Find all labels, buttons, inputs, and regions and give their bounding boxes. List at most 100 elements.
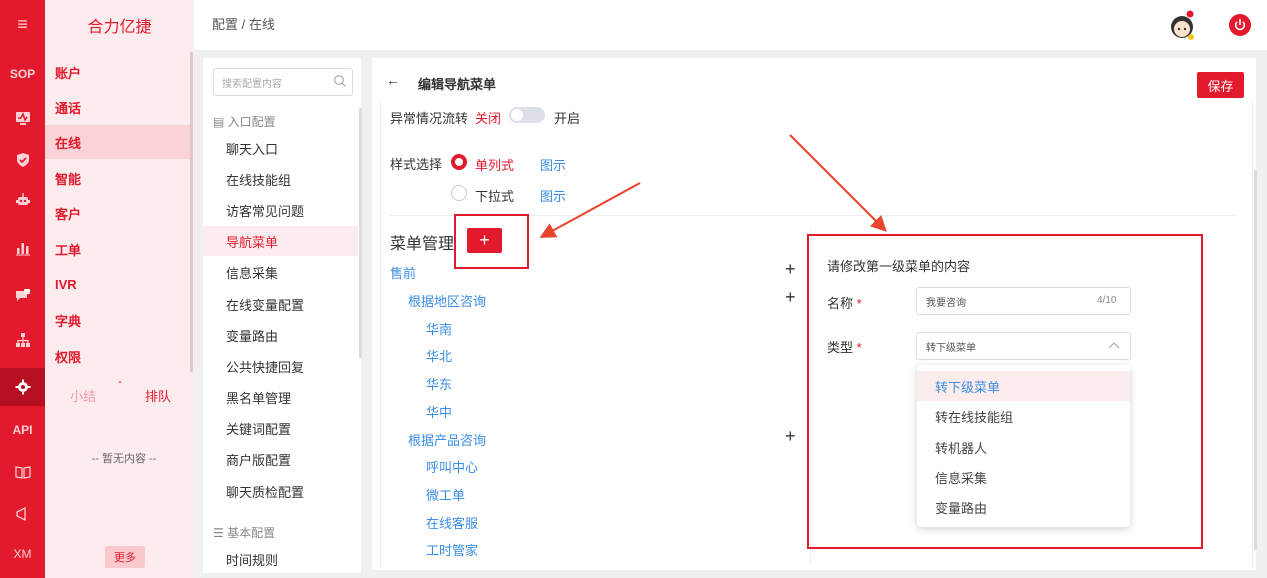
sub-item-keyword[interactable]: 关键词配置 bbox=[203, 413, 358, 443]
sub-item-nav-menu[interactable]: 导航菜单 bbox=[203, 226, 358, 256]
submenu-scrollbar[interactable] bbox=[359, 108, 362, 358]
menu-icon[interactable]: ≡ bbox=[0, 8, 45, 40]
nav-item-online[interactable]: 在线 bbox=[45, 125, 192, 159]
monitor-icon[interactable] bbox=[0, 102, 45, 134]
radio-single[interactable] bbox=[451, 154, 467, 170]
required-mark: * bbox=[856, 296, 862, 311]
nav-item-smart[interactable]: 智能 bbox=[45, 161, 192, 195]
breadcrumb: 配置 / 在线 bbox=[212, 17, 275, 32]
chart-icon[interactable] bbox=[0, 232, 45, 264]
tree-node[interactable]: 呼叫中心 bbox=[426, 457, 478, 476]
style-dropdown-label: 下拉式 bbox=[475, 189, 515, 204]
name-label: 名称 * bbox=[827, 293, 862, 312]
avatar[interactable] bbox=[1167, 10, 1197, 40]
top-header bbox=[194, 0, 1267, 50]
tab-summary[interactable]: 小结 bbox=[70, 386, 96, 405]
icon-rail: ≡ SOP API XM bbox=[0, 0, 45, 578]
nav-item-customer[interactable]: 客户 bbox=[45, 196, 192, 230]
shield-icon[interactable] bbox=[0, 144, 45, 176]
tree-node[interactable]: 华北 bbox=[426, 346, 452, 365]
org-icon[interactable] bbox=[0, 324, 45, 356]
name-counter: 4/10 bbox=[1097, 295, 1117, 306]
tree-node[interactable]: 工时管家 bbox=[426, 540, 478, 559]
preview-link-dropdown[interactable]: 图示 bbox=[540, 186, 566, 205]
sub-item-faq[interactable]: 访客常见问题 bbox=[203, 195, 358, 225]
preview-link-single[interactable]: 图示 bbox=[540, 155, 566, 174]
nav-item-dict[interactable]: 字典 bbox=[45, 303, 192, 337]
sub-item-quick-reply[interactable]: 公共快捷回复 bbox=[203, 351, 358, 381]
highlight-add-box bbox=[454, 214, 529, 269]
chevron-up-icon[interactable] bbox=[1108, 341, 1120, 349]
radio-dropdown[interactable] bbox=[451, 185, 467, 201]
robot-icon[interactable] bbox=[0, 184, 45, 216]
tree-node[interactable]: 华中 bbox=[426, 402, 452, 421]
tree-node[interactable]: 华南 bbox=[426, 319, 452, 338]
toggle-off-label: 关闭 bbox=[475, 111, 502, 126]
group-basic-label: 基本配置 bbox=[227, 526, 276, 540]
type-label-text: 类型 bbox=[827, 340, 854, 355]
sub-item-variable-route[interactable]: 变量路由 bbox=[203, 320, 358, 350]
nav-item-permission[interactable]: 权限 bbox=[45, 339, 192, 373]
brand-logo: 合力亿捷 bbox=[45, 0, 194, 50]
more-button[interactable]: 更多 bbox=[105, 546, 145, 568]
tree-node[interactable]: 根据地区咨询 bbox=[408, 291, 486, 310]
nav-item-ivr[interactable]: IVR bbox=[45, 267, 192, 301]
search-input[interactable]: 搜索配置内容 bbox=[213, 68, 353, 96]
type-label: 类型 * bbox=[827, 337, 862, 356]
name-label-text: 名称 bbox=[827, 296, 854, 311]
group-entry-config: ▤ 入口配置 bbox=[213, 115, 276, 129]
xm-item[interactable]: XM bbox=[0, 538, 45, 570]
required-mark: * bbox=[856, 340, 862, 355]
power-icon[interactable] bbox=[1229, 14, 1251, 36]
api-item[interactable]: API bbox=[0, 414, 45, 446]
tree-node[interactable]: 售前 bbox=[390, 263, 416, 282]
gear-icon[interactable] bbox=[0, 368, 45, 406]
tree-node[interactable]: 在线客服 bbox=[426, 513, 478, 532]
main-scrollbar[interactable] bbox=[1254, 170, 1257, 550]
add-child-icon[interactable]: + bbox=[785, 426, 796, 447]
nav-scrollbar[interactable] bbox=[190, 52, 193, 372]
style-label: 样式选择 bbox=[390, 157, 443, 172]
sub-item-skill-group[interactable]: 在线技能组 bbox=[203, 164, 358, 194]
nav-item-ticket[interactable]: 工单 bbox=[45, 232, 192, 266]
sub-item-time-rule[interactable]: 时间规则 bbox=[203, 544, 358, 574]
exception-label: 异常情况流转 bbox=[390, 111, 469, 126]
style-single-label: 单列式 bbox=[475, 158, 515, 173]
sub-item-chat-entry[interactable]: 聊天入口 bbox=[203, 133, 358, 163]
tree-node[interactable]: 根据产品咨询 bbox=[408, 430, 486, 449]
dropdown-option[interactable]: 变量路由 bbox=[917, 492, 1130, 522]
sub-item-quality-check[interactable]: 聊天质检配置 bbox=[203, 476, 358, 506]
toggle-on-label: 开启 bbox=[554, 111, 581, 126]
exception-toggle[interactable] bbox=[509, 107, 545, 123]
sub-item-variable-config[interactable]: 在线变量配置 bbox=[203, 289, 358, 319]
group-entry-label: 入口配置 bbox=[227, 115, 276, 129]
tab-queue[interactable]: 排队 bbox=[145, 386, 171, 405]
edit-panel-title: 请修改第一级菜单的内容 bbox=[827, 259, 971, 274]
page-title: 编辑导航菜单 bbox=[418, 77, 497, 92]
save-button[interactable]: 保存 bbox=[1197, 72, 1244, 98]
sub-item-info-collect[interactable]: 信息采集 bbox=[203, 257, 358, 287]
empty-content: -- 暂无内容 -- bbox=[91, 453, 157, 465]
sub-item-merchant[interactable]: 商户版配置 bbox=[203, 444, 358, 474]
sop-item[interactable]: SOP bbox=[0, 58, 45, 90]
chat-icon[interactable] bbox=[0, 280, 45, 312]
tree-node[interactable]: 微工单 bbox=[426, 485, 465, 504]
megaphone-icon[interactable] bbox=[0, 498, 45, 530]
group-basic-config: ☰ 基本配置 bbox=[213, 526, 276, 540]
dropdown-option[interactable]: 转在线技能组 bbox=[917, 401, 1130, 431]
sub-item-blacklist[interactable]: 黑名单管理 bbox=[203, 382, 358, 412]
dropdown-option[interactable]: 转下级菜单 bbox=[917, 371, 1130, 401]
menu-mgmt-title: 菜单管理 bbox=[390, 236, 455, 253]
nav-item-account[interactable]: 账户 bbox=[45, 55, 192, 89]
dropdown-option[interactable]: 信息采集 bbox=[917, 462, 1130, 492]
back-arrow-icon[interactable]: ← bbox=[386, 72, 400, 88]
add-child-icon[interactable]: + bbox=[785, 287, 796, 308]
dropdown-option[interactable]: 转机器人 bbox=[917, 432, 1130, 462]
book-icon[interactable] bbox=[0, 456, 45, 488]
search-icon[interactable] bbox=[333, 74, 347, 88]
type-select[interactable]: 转下级菜单 bbox=[916, 332, 1131, 360]
tree-node[interactable]: 华东 bbox=[426, 374, 452, 393]
tab-queue-mark: - bbox=[118, 374, 122, 388]
add-child-icon[interactable]: + bbox=[785, 259, 796, 280]
nav-item-call[interactable]: 通话 bbox=[45, 90, 192, 124]
